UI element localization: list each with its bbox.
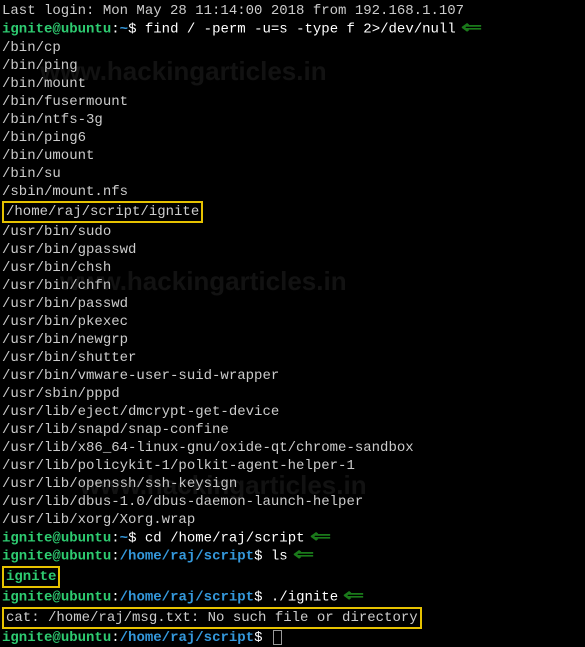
find-output-line: /usr/sbin/pppd xyxy=(2,385,583,403)
cat-error-text: cat: /home/raj/msg.txt: No such file or … xyxy=(2,607,422,629)
find-output-line: /usr/bin/sudo xyxy=(2,223,583,241)
prompt-user: ignite xyxy=(2,22,52,38)
arrow-icon: ⇐ xyxy=(309,529,330,547)
cursor xyxy=(273,630,282,645)
find-output-line: /home/raj/script/ignite xyxy=(2,201,583,223)
prompt-line-4: ignite@ubuntu:/home/raj/script$ ./ignite… xyxy=(2,588,583,607)
find-output-line: /bin/umount xyxy=(2,147,583,165)
prompt-path: /home/raj/script xyxy=(120,590,254,606)
last-login-line: Last login: Mon May 28 11:14:00 2018 fro… xyxy=(2,2,583,20)
prompt-line-5: ignite@ubuntu:/home/raj/script$ xyxy=(2,629,583,647)
find-output-line: /bin/ntfs-3g xyxy=(2,111,583,129)
find-output-line: /bin/fusermount xyxy=(2,93,583,111)
find-output-line: /usr/lib/snapd/snap-confine xyxy=(2,421,583,439)
highlighted-path: /home/raj/script/ignite xyxy=(2,201,203,223)
prompt-path: /home/raj/script xyxy=(120,630,254,646)
prompt-colon: : xyxy=(111,630,119,646)
arrow-icon: ⇐ xyxy=(461,20,482,38)
prompt-at: @ xyxy=(52,630,60,646)
find-output-line: /usr/bin/chsh xyxy=(2,259,583,277)
find-output-line: /usr/bin/chfn xyxy=(2,277,583,295)
prompt-path: ~ xyxy=(120,530,128,546)
prompt-line-3: ignite@ubuntu:/home/raj/script$ ls ⇐ xyxy=(2,547,583,566)
find-output-line: /bin/ping6 xyxy=(2,129,583,147)
prompt-host: ubuntu xyxy=(61,22,111,38)
prompt-colon: : xyxy=(111,530,119,546)
prompt-dollar: $ xyxy=(128,22,136,38)
prompt-at: @ xyxy=(52,549,60,565)
find-output-line: /usr/bin/pkexec xyxy=(2,313,583,331)
find-output-line: /usr/lib/eject/dmcrypt-get-device xyxy=(2,403,583,421)
find-output-line: /usr/lib/dbus-1.0/dbus-daemon-launch-hel… xyxy=(2,493,583,511)
prompt-dollar: $ xyxy=(128,530,136,546)
prompt-host: ubuntu xyxy=(61,549,111,565)
prompt-at: @ xyxy=(52,590,60,606)
ls-item-ignite: ignite xyxy=(2,566,60,588)
prompt-path: ~ xyxy=(120,22,128,38)
command-run-ignite: ./ignite xyxy=(271,590,338,606)
find-output-line: /usr/bin/gpasswd xyxy=(2,241,583,259)
find-output-line: /usr/bin/vmware-user-suid-wrapper xyxy=(2,367,583,385)
find-output-line: /usr/lib/openssh/ssh-keysign xyxy=(2,475,583,493)
prompt-path: /home/raj/script xyxy=(120,549,254,565)
find-output-line: /usr/bin/passwd xyxy=(2,295,583,313)
prompt-colon: : xyxy=(111,549,119,565)
prompt-dollar: $ xyxy=(254,590,262,606)
prompt-user: ignite xyxy=(2,549,52,565)
command-cd: cd /home/raj/script xyxy=(145,530,305,546)
prompt-at: @ xyxy=(52,22,60,38)
prompt-colon: : xyxy=(111,590,119,606)
terminal[interactable]: Last login: Mon May 28 11:14:00 2018 fro… xyxy=(2,2,583,647)
prompt-line-1: ignite@ubuntu:~$ find / -perm -u=s -type… xyxy=(2,20,583,39)
find-output-line: /sbin/mount.nfs xyxy=(2,183,583,201)
ls-output: ignite xyxy=(2,566,583,588)
prompt-colon: : xyxy=(111,22,119,38)
command-find: find / -perm -u=s -type f 2>/dev/null xyxy=(145,22,456,38)
find-output-line: /bin/mount xyxy=(2,75,583,93)
find-output-line: /usr/lib/xorg/Xorg.wrap xyxy=(2,511,583,529)
prompt-line-2: ignite@ubuntu:~$ cd /home/raj/script⇐ xyxy=(2,529,583,548)
cat-error-line: cat: /home/raj/msg.txt: No such file or … xyxy=(2,607,583,629)
arrow-icon: ⇐ xyxy=(343,588,364,606)
prompt-user: ignite xyxy=(2,530,52,546)
prompt-host: ubuntu xyxy=(61,590,111,606)
command-ls: ls xyxy=(271,549,288,565)
prompt-dollar: $ xyxy=(254,630,262,646)
prompt-host: ubuntu xyxy=(61,530,111,546)
arrow-icon: ⇐ xyxy=(293,547,314,565)
find-output-line: /bin/ping xyxy=(2,57,583,75)
find-output-line: /usr/lib/x86_64-linux-gnu/oxide-qt/chrom… xyxy=(2,439,583,457)
prompt-host: ubuntu xyxy=(61,630,111,646)
find-output-line: /usr/bin/newgrp xyxy=(2,331,583,349)
find-output-line: /usr/lib/policykit-1/polkit-agent-helper… xyxy=(2,457,583,475)
prompt-dollar: $ xyxy=(254,549,262,565)
find-output-line: /bin/su xyxy=(2,165,583,183)
prompt-user: ignite xyxy=(2,590,52,606)
find-output-list: /bin/cp/bin/ping/bin/mount/bin/fusermoun… xyxy=(2,39,583,529)
prompt-user: ignite xyxy=(2,630,52,646)
find-output-line: /usr/bin/shutter xyxy=(2,349,583,367)
prompt-at: @ xyxy=(52,530,60,546)
find-output-line: /bin/cp xyxy=(2,39,583,57)
